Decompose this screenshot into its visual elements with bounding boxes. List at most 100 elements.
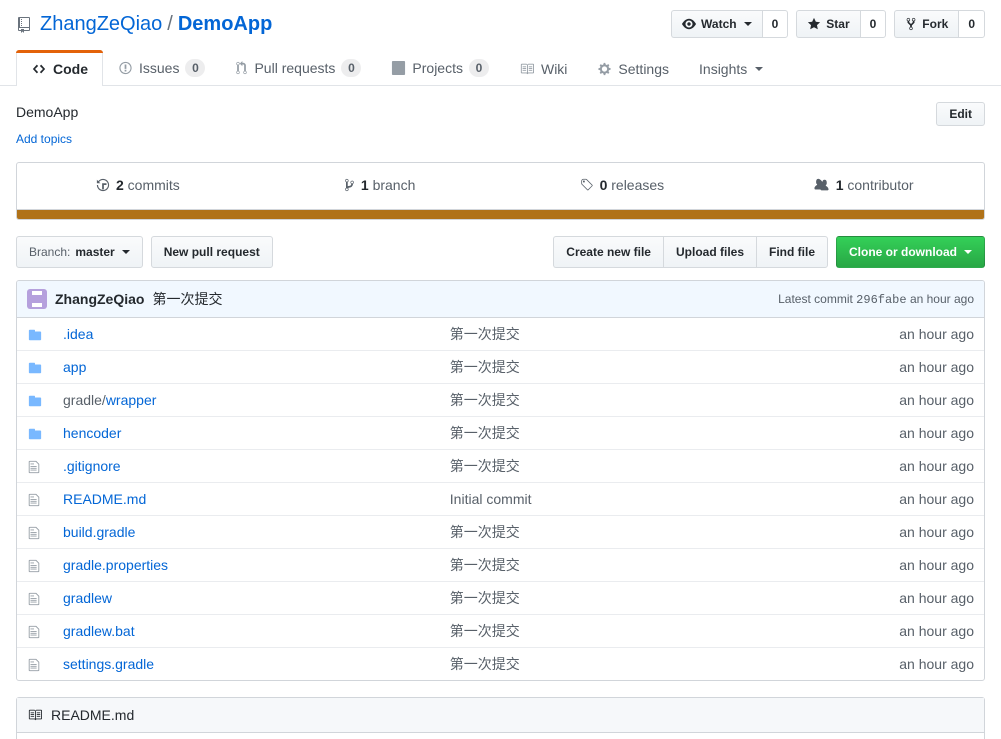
table-row: .gitignore 第一次提交 an hour ago	[17, 449, 984, 483]
file-name-link[interactable]: wrapper	[106, 392, 157, 408]
issue-icon	[118, 61, 133, 75]
star-icon	[807, 17, 821, 31]
readme-box: README.md	[16, 697, 985, 739]
file-commit-message-link[interactable]: 第一次提交	[450, 524, 520, 540]
tab-wiki[interactable]: Wiki	[504, 50, 582, 86]
file-commit-message-cell: 第一次提交	[440, 549, 864, 582]
file-name-link[interactable]: gradlew	[63, 590, 112, 606]
clone-or-download-button[interactable]: Clone or download	[836, 236, 985, 268]
repo-name-link[interactable]: DemoApp	[178, 12, 272, 37]
file-commit-message-link[interactable]: 第一次提交	[450, 557, 520, 573]
file-table: .idea 第一次提交 an hour ago app 第一次提交 an hour ago…	[17, 318, 984, 680]
commit-author-link[interactable]: ZhangZeQiao	[55, 291, 144, 307]
file-icon	[27, 592, 41, 606]
tab-projects[interactable]: Projects 0	[376, 48, 504, 86]
readme-header: README.md	[17, 698, 984, 733]
fork-button[interactable]: Fork	[894, 10, 959, 38]
file-commit-message-cell: 第一次提交	[440, 318, 864, 351]
latest-commit-label: Latest commit	[778, 291, 853, 306]
repo-owner-link[interactable]: ZhangZeQiao	[40, 12, 162, 37]
watch-count[interactable]: 0	[761, 10, 789, 38]
tab-pull-requests[interactable]: Pull requests 0	[220, 48, 376, 86]
commits-link[interactable]: 2 commits	[96, 177, 180, 193]
file-commit-message-link[interactable]: 第一次提交	[450, 623, 520, 639]
project-icon	[391, 61, 406, 75]
star-button[interactable]: Star	[796, 10, 860, 38]
latest-commit-info: ZhangZeQiao 第一次提交	[27, 289, 222, 309]
tab-projects-label: Projects	[412, 60, 463, 76]
contributors-count: 1	[835, 177, 844, 193]
file-age-cell: an hour ago	[899, 590, 974, 606]
file-name-cell: build.gradle	[53, 516, 440, 549]
file-icon	[27, 625, 41, 639]
file-commit-message-link[interactable]: 第一次提交	[450, 359, 520, 375]
add-topics-link[interactable]: Add topics	[16, 132, 72, 146]
file-icon-cell	[17, 351, 53, 384]
toolbar-left: Branch: master New pull request	[16, 236, 273, 268]
latest-commit-age: an hour ago	[909, 291, 974, 306]
tab-settings-label: Settings	[618, 61, 670, 77]
file-name-link[interactable]: build.gradle	[63, 524, 135, 540]
file-name-link[interactable]: hencoder	[63, 425, 121, 441]
repository-meta: DemoApp Add topics Edit	[0, 86, 1001, 146]
tab-pull-requests-count: 0	[341, 59, 362, 77]
watch-button[interactable]: Watch	[671, 10, 762, 38]
tab-settings[interactable]: Settings	[582, 50, 684, 86]
repository-actions: Watch 0 Star 0 Fork 0	[671, 10, 985, 38]
book-icon	[27, 708, 43, 722]
contributors-link[interactable]: 1 contributor	[813, 177, 914, 193]
file-name-link[interactable]: .idea	[63, 326, 93, 342]
file-commit-message-link[interactable]: 第一次提交	[450, 590, 520, 606]
file-commit-message-cell: Initial commit	[440, 483, 864, 516]
file-icon-cell	[17, 450, 53, 483]
file-age-cell: an hour ago	[899, 359, 974, 375]
tab-issues-count: 0	[185, 59, 206, 77]
file-name-link[interactable]: app	[63, 359, 86, 375]
commit-sha-link[interactable]: 296fabe	[856, 293, 906, 307]
tab-code[interactable]: Code	[16, 50, 103, 86]
new-pull-request-button[interactable]: New pull request	[150, 236, 273, 268]
file-name-cell: gradle/wrapper	[53, 384, 440, 417]
branches-label: branch	[372, 177, 416, 193]
clone-or-download-label: Clone or download	[849, 245, 957, 259]
file-icon	[27, 493, 41, 507]
folder-icon	[27, 328, 43, 342]
fork-count[interactable]: 0	[958, 10, 985, 38]
file-commit-message-link[interactable]: 第一次提交	[450, 392, 520, 408]
file-commit-message-link[interactable]: 第一次提交	[450, 656, 520, 672]
file-icon	[27, 658, 41, 672]
file-commit-message-link[interactable]: 第一次提交	[450, 458, 520, 474]
branches-link[interactable]: 1 branch	[344, 177, 416, 193]
file-name-link[interactable]: .gitignore	[63, 458, 121, 474]
overall-summary-wrap: 2 commits 1 branch 0 releases 1 contribu…	[0, 162, 1001, 220]
file-commit-message-link[interactable]: 第一次提交	[450, 326, 520, 342]
table-row: gradlew 第一次提交 an hour ago	[17, 581, 984, 615]
table-row: gradlew.bat 第一次提交 an hour ago	[17, 614, 984, 648]
file-commit-message-link[interactable]: Initial commit	[450, 491, 532, 507]
file-name-link[interactable]: gradle.properties	[63, 557, 168, 573]
file-icon-cell	[17, 648, 53, 681]
commit-message-link[interactable]: 第一次提交	[152, 289, 222, 309]
fork-label: Fork	[922, 17, 949, 31]
topics-row: Add topics	[16, 132, 78, 146]
tab-issues[interactable]: Issues 0	[103, 48, 220, 86]
tab-insights[interactable]: Insights	[684, 50, 778, 86]
organization-icon	[813, 178, 830, 192]
file-commit-message-link[interactable]: 第一次提交	[450, 425, 520, 441]
language-segment-java[interactable]	[17, 210, 984, 219]
upload-files-button[interactable]: Upload files	[662, 236, 756, 268]
readme-title: README.md	[51, 707, 135, 723]
file-name-cell: .idea	[53, 318, 440, 351]
language-bar	[16, 210, 985, 220]
file-name-link[interactable]: gradlew.bat	[63, 623, 135, 639]
branch-select-button[interactable]: Branch: master	[16, 236, 143, 268]
find-file-button[interactable]: Find file	[756, 236, 828, 268]
star-count[interactable]: 0	[859, 10, 887, 38]
releases-link[interactable]: 0 releases	[579, 177, 664, 193]
file-name-link[interactable]: settings.gradle	[63, 656, 154, 672]
file-name-link[interactable]: README.md	[63, 491, 146, 507]
overall-summary: 2 commits 1 branch 0 releases 1 contribu…	[16, 162, 985, 210]
edit-button[interactable]: Edit	[936, 102, 985, 126]
create-new-file-button[interactable]: Create new file	[553, 236, 663, 268]
branch-prefix-label: Branch:	[29, 245, 71, 259]
